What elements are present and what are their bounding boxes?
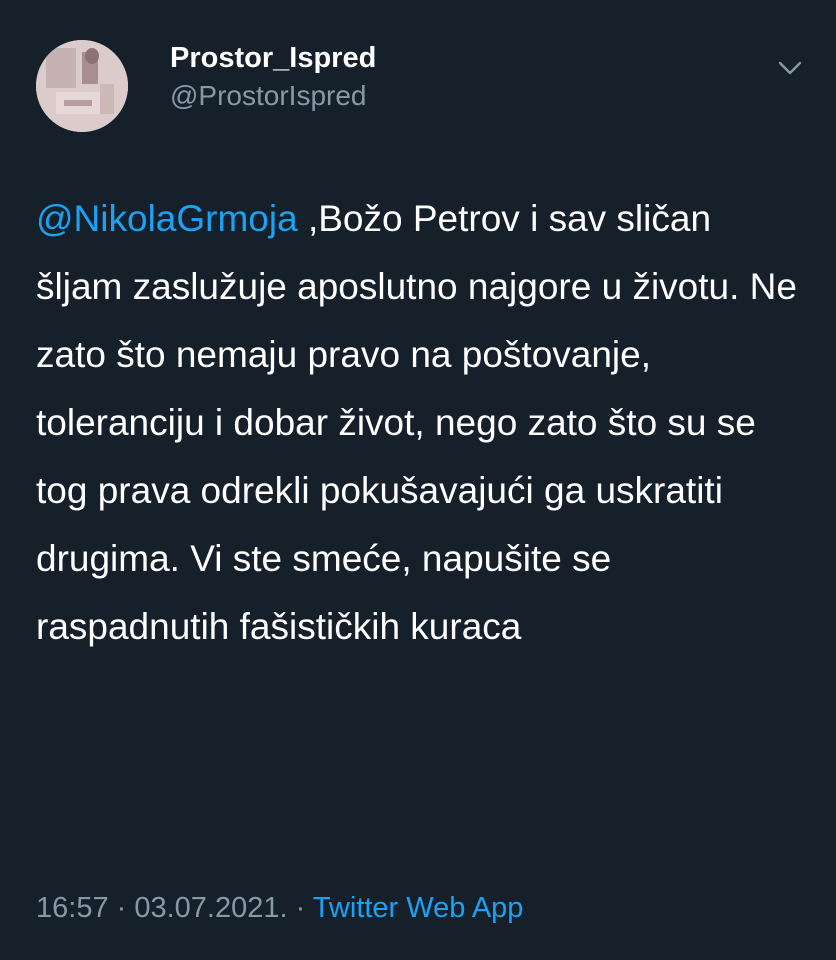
chevron-down-icon[interactable] — [776, 54, 804, 82]
user-handle[interactable]: @ProstorIspred — [170, 78, 376, 114]
tweet-text: @NikolaGrmoja ,Božo Petrov i sav sličan … — [36, 185, 806, 661]
tweet-meta: 16:57 · 03.07.2021. · Twitter Web App — [36, 888, 523, 928]
meta-separator: · — [108, 892, 135, 924]
tweet-body: ,Božo Petrov i sav sličan šljam zaslužuj… — [36, 198, 797, 647]
meta-separator-2: · — [287, 892, 313, 924]
avatar[interactable] — [36, 40, 128, 132]
user-name-block: Prostor_Ispred @ProstorIspred — [170, 40, 376, 114]
tweet-date: 03.07.2021. — [134, 892, 288, 924]
display-name[interactable]: Prostor_Ispred — [170, 40, 376, 76]
tweet-card: Prostor_Ispred @ProstorIspred @NikolaGrm… — [0, 0, 836, 960]
mention-link[interactable]: @NikolaGrmoja — [36, 198, 298, 239]
tweet-source-link[interactable]: Twitter Web App — [313, 892, 524, 924]
avatar-image — [36, 40, 128, 132]
tweet-header: Prostor_Ispred @ProstorIspred — [36, 40, 806, 132]
tweet-time: 16:57 — [36, 892, 109, 924]
